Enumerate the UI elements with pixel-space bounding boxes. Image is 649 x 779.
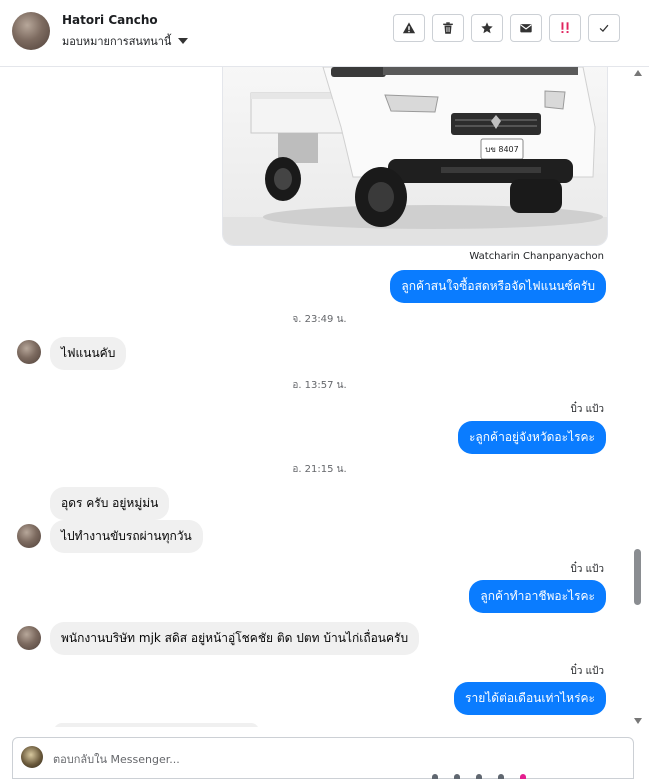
spam-icon (561, 22, 569, 33)
caret-down-icon (178, 38, 189, 44)
incoming-message[interactable]: ไฟแนนคับ (50, 337, 127, 370)
tag-icon[interactable] (520, 774, 526, 779)
delete-button[interactable] (432, 14, 464, 42)
license-plate: บข 8407 (485, 145, 518, 154)
emoji-icon[interactable] (454, 774, 460, 779)
incoming-message[interactable]: ไปทำงานขับรถผ่านทุกวัน (50, 520, 203, 553)
outgoing-message[interactable]: รายได้ต่อเดือนเท่าไหร่คะ (454, 682, 606, 715)
scrollbar-thumb[interactable] (634, 549, 641, 605)
scroll-down-arrow-icon[interactable] (634, 718, 642, 724)
shared-photo-truck[interactable]: บข 8407 (222, 67, 608, 246)
mark-done-button[interactable] (588, 14, 620, 42)
trash-icon (443, 22, 453, 34)
star-icon (481, 22, 493, 34)
incoming-message-partial (54, 723, 259, 727)
sender-name: บิ๋ว แป้ว (570, 564, 604, 575)
page-avatar (21, 746, 43, 768)
sender-name: บิ๋ว แป้ว (570, 404, 604, 415)
assign-conversation-dropdown[interactable]: มอบหมายการสนทนานี้ (62, 32, 189, 50)
check-icon (599, 24, 609, 32)
message-thread[interactable]: บข 8407 Watcharin Chanpanyachon ลูกค้าสน… (0, 67, 649, 727)
contact-avatar-small (17, 626, 41, 650)
envelope-icon (520, 24, 532, 33)
warning-icon (402, 22, 416, 34)
reply-input[interactable] (51, 744, 615, 774)
timestamp-separator: จ. 23:49 น. (292, 314, 347, 325)
spam-button[interactable] (549, 14, 581, 42)
sender-name: บิ๋ว แป้ว (570, 666, 604, 677)
report-button[interactable] (393, 14, 425, 42)
outgoing-message[interactable]: ลูกค้าทำอาชีพอะไรคะ (469, 580, 606, 613)
sender-name: Watcharin Chanpanyachon (469, 251, 604, 262)
incoming-message[interactable]: พนักงานบริษัท mjk สดิส อยู่หน้าอู่โชคชัย… (50, 622, 420, 655)
outgoing-message[interactable]: ะลูกค้าอยู่จังหวัดอะไรคะ (457, 421, 606, 454)
timestamp-separator: อ. 13:57 น. (292, 380, 347, 391)
gif-icon[interactable] (476, 774, 482, 779)
contact-name[interactable]: Hatori Cancho (62, 13, 158, 27)
mark-unread-button[interactable] (510, 14, 542, 42)
contact-avatar[interactable] (12, 12, 50, 50)
incoming-message[interactable]: อุดร ครับ อยู่หมู่ม่น (50, 487, 170, 520)
assign-label: มอบหมายการสนทนานี้ (62, 35, 172, 48)
reply-composer (12, 737, 634, 779)
truck-image: บข 8407 (223, 67, 607, 245)
outgoing-message[interactable]: ลูกค้าสนใจซื้อสดหรือจัดไฟแนนซ์ครับ (390, 270, 606, 303)
contact-avatar-small (17, 340, 41, 364)
attachment-icon[interactable] (432, 774, 438, 779)
contact-avatar-small (17, 524, 41, 548)
header-actions (393, 14, 620, 42)
star-button[interactable] (471, 14, 503, 42)
scroll-up-arrow-icon[interactable] (634, 70, 642, 76)
timestamp-separator: อ. 21:15 น. (292, 464, 347, 475)
saved-replies-icon[interactable] (498, 774, 504, 779)
composer-toolbar (432, 774, 526, 779)
conversation-header: Hatori Cancho มอบหมายการสนทนานี้ (0, 0, 649, 67)
thread-scrollbar[interactable] (633, 67, 643, 727)
